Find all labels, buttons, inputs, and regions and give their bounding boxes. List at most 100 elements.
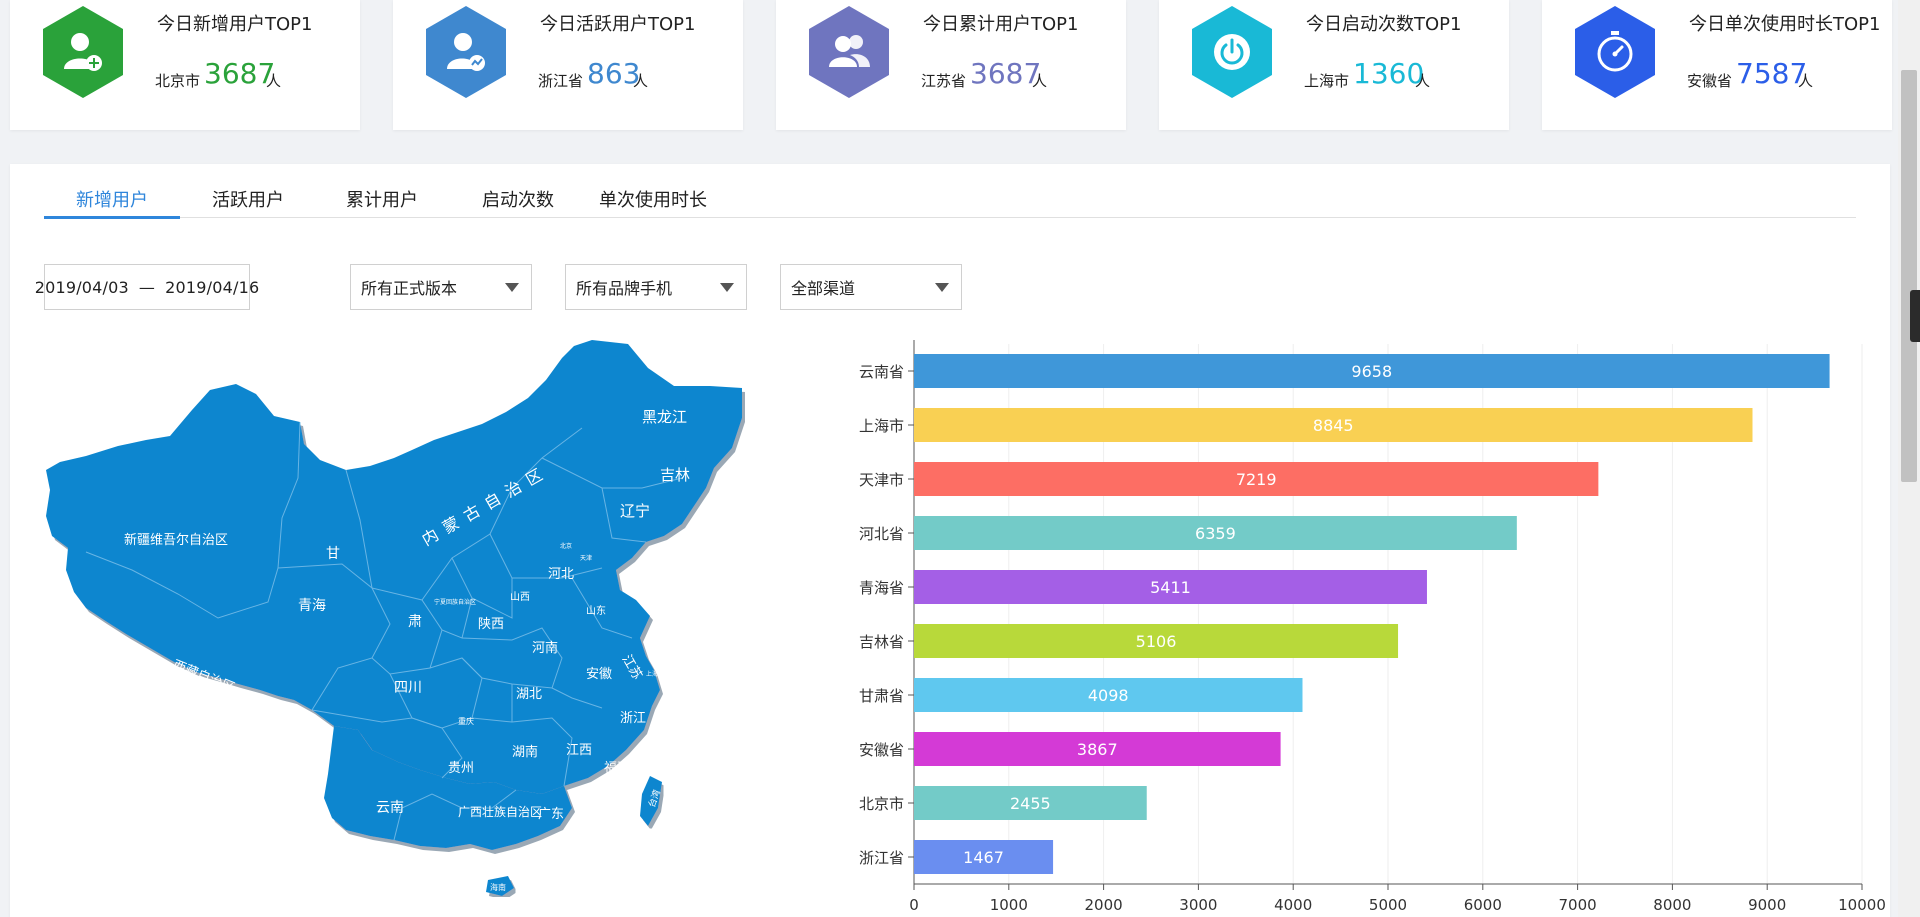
y-tick-label: 上海市 — [859, 417, 904, 435]
card-title: 今日新增用户TOP1 — [157, 14, 313, 35]
chevron-down-icon — [935, 283, 949, 292]
stopwatch-icon — [1597, 31, 1633, 72]
card-region: 北京市 — [155, 72, 201, 90]
y-tick-label: 天津市 — [859, 471, 904, 489]
version-select-value: 所有正式版本 — [361, 279, 458, 298]
card-region: 上海市 — [1304, 72, 1350, 90]
card-title: 今日活跃用户TOP1 — [540, 14, 696, 35]
y-tick-label: 河北省 — [859, 525, 904, 543]
map-label-guangdong: 广东 — [538, 807, 564, 822]
power-icon — [1214, 34, 1250, 70]
china-map[interactable]: 黑龙江 吉林 辽宁 内蒙古自治区 新疆维吾尔自治区 甘 肃 青海 西藏自治区 四… — [42, 338, 752, 898]
card-value: 3687 — [204, 57, 276, 90]
x-tick-label: 4000 — [1274, 896, 1312, 914]
stat-cards: 今日新增用户TOP1 北京市 3687 人 今日活跃用户TOP1 浙江省 863… — [10, 0, 1892, 130]
map-label-anhui: 安徽 — [586, 667, 612, 682]
add-user-icon — [64, 33, 102, 71]
card-title: 今日启动次数TOP1 — [1306, 14, 1462, 35]
x-tick-label: 9000 — [1748, 896, 1786, 914]
bar-value-label: 1467 — [963, 848, 1004, 867]
stat-card-new-users: 今日新增用户TOP1 北京市 3687 人 — [10, 0, 360, 130]
x-tick-label: 8000 — [1653, 896, 1691, 914]
version-select[interactable]: 所有正式版本 — [350, 264, 532, 310]
metric-tabs: 新增用户 活跃用户 累计用户 启动次数 单次使用时长 — [44, 186, 1856, 219]
map-label-jiangxi: 江西 — [566, 743, 592, 758]
y-tick-label: 甘肃省 — [859, 687, 904, 705]
date-separator: — — [138, 277, 156, 297]
dashboard-page: 今日新增用户TOP1 北京市 3687 人 今日活跃用户TOP1 浙江省 863… — [0, 0, 1920, 917]
x-tick-label: 7000 — [1559, 896, 1597, 914]
card-unit: 人 — [1798, 72, 1814, 90]
x-tick-label: 1000 — [990, 896, 1028, 914]
y-tick-label: 青海省 — [859, 579, 904, 597]
bar-chart: 0 1000 2000 3000 4000 5000 6000 7000 8000 9000 100… — [830, 334, 1890, 917]
map-label-ningxia: 宁夏回族自治区 — [434, 598, 476, 606]
tab-active-users[interactable]: 活跃用户 — [180, 186, 316, 218]
map-label-heilongjiang: 黑龙江 — [642, 408, 687, 426]
users-icon — [829, 35, 870, 67]
tab-session-duration[interactable]: 单次使用时长 — [578, 186, 728, 218]
map-label-sichuan: 四川 — [394, 680, 422, 696]
map-label-gan: 甘 — [326, 546, 340, 562]
bar-value-label: 7219 — [1236, 470, 1277, 489]
map-label-tianjin: 天津 — [580, 555, 592, 562]
bar-value-label: 4098 — [1088, 686, 1129, 705]
card-unit: 人 — [1415, 72, 1431, 90]
active-user-icon — [447, 33, 485, 71]
bar-value-label: 3867 — [1077, 740, 1118, 759]
china-map-svg[interactable]: 黑龙江 吉林 辽宁 内蒙古自治区 新疆维吾尔自治区 甘 肃 青海 西藏自治区 四… — [42, 338, 752, 898]
bar-value-label: 8845 — [1313, 416, 1354, 435]
stat-card-total-users: 今日累计用户TOP1 江苏省 3687 人 — [776, 0, 1126, 130]
scrollbar-thumb[interactable] — [1901, 70, 1917, 482]
bar-value-label: 5106 — [1136, 632, 1177, 651]
y-tick-label: 吉林省 — [859, 633, 904, 651]
tab-total-users[interactable]: 累计用户 — [314, 186, 450, 218]
x-tick-label: 5000 — [1369, 896, 1407, 914]
card-title: 今日累计用户TOP1 — [923, 14, 1079, 35]
map-label-shanxi: 山西 — [510, 591, 530, 603]
map-label-chongqing: 重庆 — [458, 716, 474, 726]
card-icon-hex — [43, 6, 123, 98]
card-region: 安徽省 — [1687, 72, 1733, 90]
card-icon-hex — [1575, 6, 1655, 98]
stat-card-session-duration: 今日单次使用时长TOP1 安徽省 7587 人 — [1542, 0, 1892, 130]
date-range-picker[interactable]: 2019/04/03 — 2019/04/16 — [35, 264, 259, 310]
card-icon-hex — [1192, 6, 1272, 98]
map-label-hainan: 海南 — [490, 882, 506, 892]
card-region: 浙江省 — [538, 72, 584, 90]
x-tick-label: 2000 — [1085, 896, 1123, 914]
x-tick-label: 10000 — [1838, 896, 1886, 914]
map-label-fujian: 福建 — [604, 761, 630, 776]
y-tick-label: 北京市 — [859, 795, 904, 813]
brand-select[interactable]: 所有品牌手机 — [565, 264, 747, 310]
y-tick-label: 安徽省 — [859, 741, 904, 759]
card-value: 1360 — [1353, 57, 1425, 90]
card-region: 江苏省 — [921, 72, 967, 90]
y-tick-label: 浙江省 — [859, 849, 904, 867]
map-label-shaanxi: 陕西 — [478, 617, 504, 632]
side-drawer-handle[interactable] — [1910, 290, 1920, 342]
map-label-hunan: 湖南 — [512, 744, 538, 760]
page-scrollbar[interactable] — [1898, 0, 1920, 917]
date-start: 2019/04/03 — [34, 277, 129, 297]
map-label-liaoning: 辽宁 — [620, 502, 650, 520]
map-label-jilin: 吉林 — [660, 466, 690, 484]
date-end: 2019/04/16 — [165, 277, 260, 297]
card-unit: 人 — [266, 72, 282, 90]
map-label-su: 肃 — [408, 614, 422, 630]
bar-value-label: 6359 — [1195, 524, 1236, 543]
map-label-henan: 河南 — [532, 640, 558, 656]
chevron-down-icon — [505, 283, 519, 292]
bar-value-label: 5411 — [1150, 578, 1191, 597]
tab-launch-count[interactable]: 启动次数 — [450, 186, 586, 218]
bar-value-label: 2455 — [1010, 794, 1051, 813]
map-label-shandong: 山东 — [586, 604, 606, 617]
map-label-xinjiang: 新疆维吾尔自治区 — [124, 532, 228, 548]
tab-new-users[interactable]: 新增用户 — [44, 186, 180, 219]
map-label-zhejiang: 浙江 — [620, 711, 646, 726]
card-icon-hex — [809, 6, 889, 98]
bar-value-label: 9658 — [1351, 362, 1392, 381]
channel-select[interactable]: 全部渠道 — [780, 264, 962, 310]
bar-chart-svg: 0 1000 2000 3000 4000 5000 6000 7000 8000 9000 100… — [859, 340, 1886, 914]
card-title: 今日单次使用时长TOP1 — [1689, 14, 1881, 35]
